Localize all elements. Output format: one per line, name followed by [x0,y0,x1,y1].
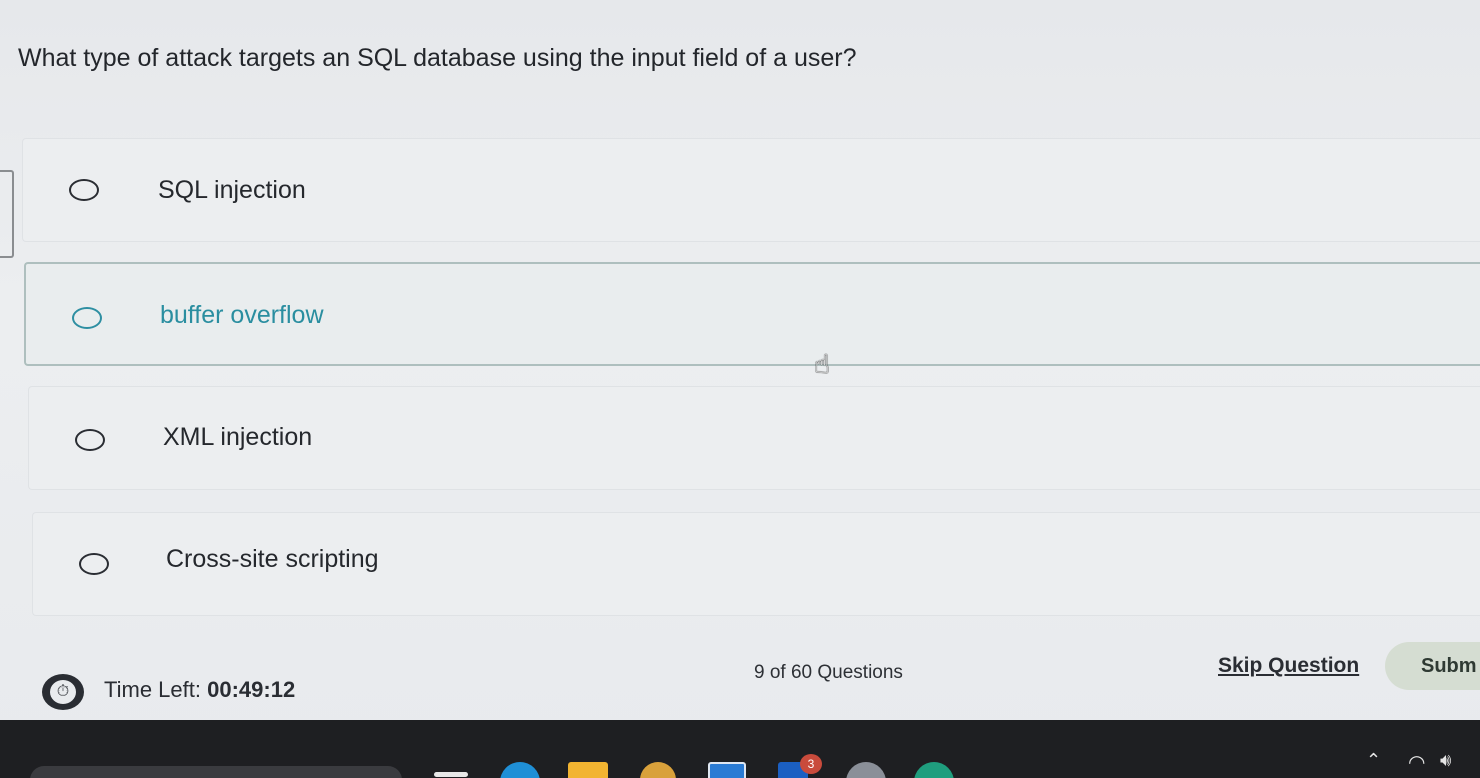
time-left-label: Time Left: [104,677,201,702]
taskbar-app-icon[interactable] [434,772,468,777]
radio-button[interactable] [72,307,102,329]
answer-option-label: buffer overflow [160,301,324,329]
radio-button[interactable] [69,179,99,201]
taskbar-app-icon[interactable] [914,762,954,778]
answer-option-xml-injection[interactable]: XML injection [28,386,1480,490]
taskbar-app-icon[interactable] [640,762,676,778]
file-explorer-icon[interactable] [568,762,608,778]
taskbar-search-box[interactable] [30,766,402,778]
radio-button[interactable] [75,429,105,451]
chevron-up-icon[interactable]: ⌃ [1366,750,1381,771]
quiz-screen: What type of attack targets an SQL datab… [0,0,1480,778]
side-panel-tab[interactable] [0,170,14,258]
mail-icon[interactable] [708,762,746,778]
os-taskbar: 3 ⌃ ◠ 🔊︎ [0,720,1480,778]
answer-option-label: Cross-site scripting [166,545,379,573]
skip-question-link[interactable]: Skip Question [1218,654,1359,678]
hand-pointer-icon: ☝ [814,350,830,380]
settings-gear-icon[interactable] [846,762,886,778]
time-left-value: 00:49:12 [207,677,296,702]
submit-button[interactable]: Subm [1385,642,1480,690]
radio-button[interactable] [79,553,109,575]
answer-option-cross-site-scripting[interactable]: Cross-site scripting [32,512,1480,616]
volume-icon[interactable]: 🔊︎ [1440,750,1451,771]
stopwatch-icon: ⏱ [42,674,84,710]
answer-option-label: XML injection [163,423,313,451]
notification-badge: 3 [800,754,822,774]
wifi-icon[interactable]: ◠ [1408,750,1425,774]
quiz-footer: ⏱ Time Left: 00:49:12 9 of 60 Questions … [0,630,1480,720]
answer-option-sql-injection[interactable]: SQL injection [22,138,1480,242]
time-left: Time Left: 00:49:12 [104,677,295,703]
question-text: What type of attack targets an SQL datab… [18,44,857,72]
question-progress: 9 of 60 Questions [754,662,903,683]
edge-browser-icon[interactable] [500,762,540,778]
answer-option-buffer-overflow[interactable]: buffer overflow [24,262,1480,366]
answer-option-label: SQL injection [158,176,306,204]
